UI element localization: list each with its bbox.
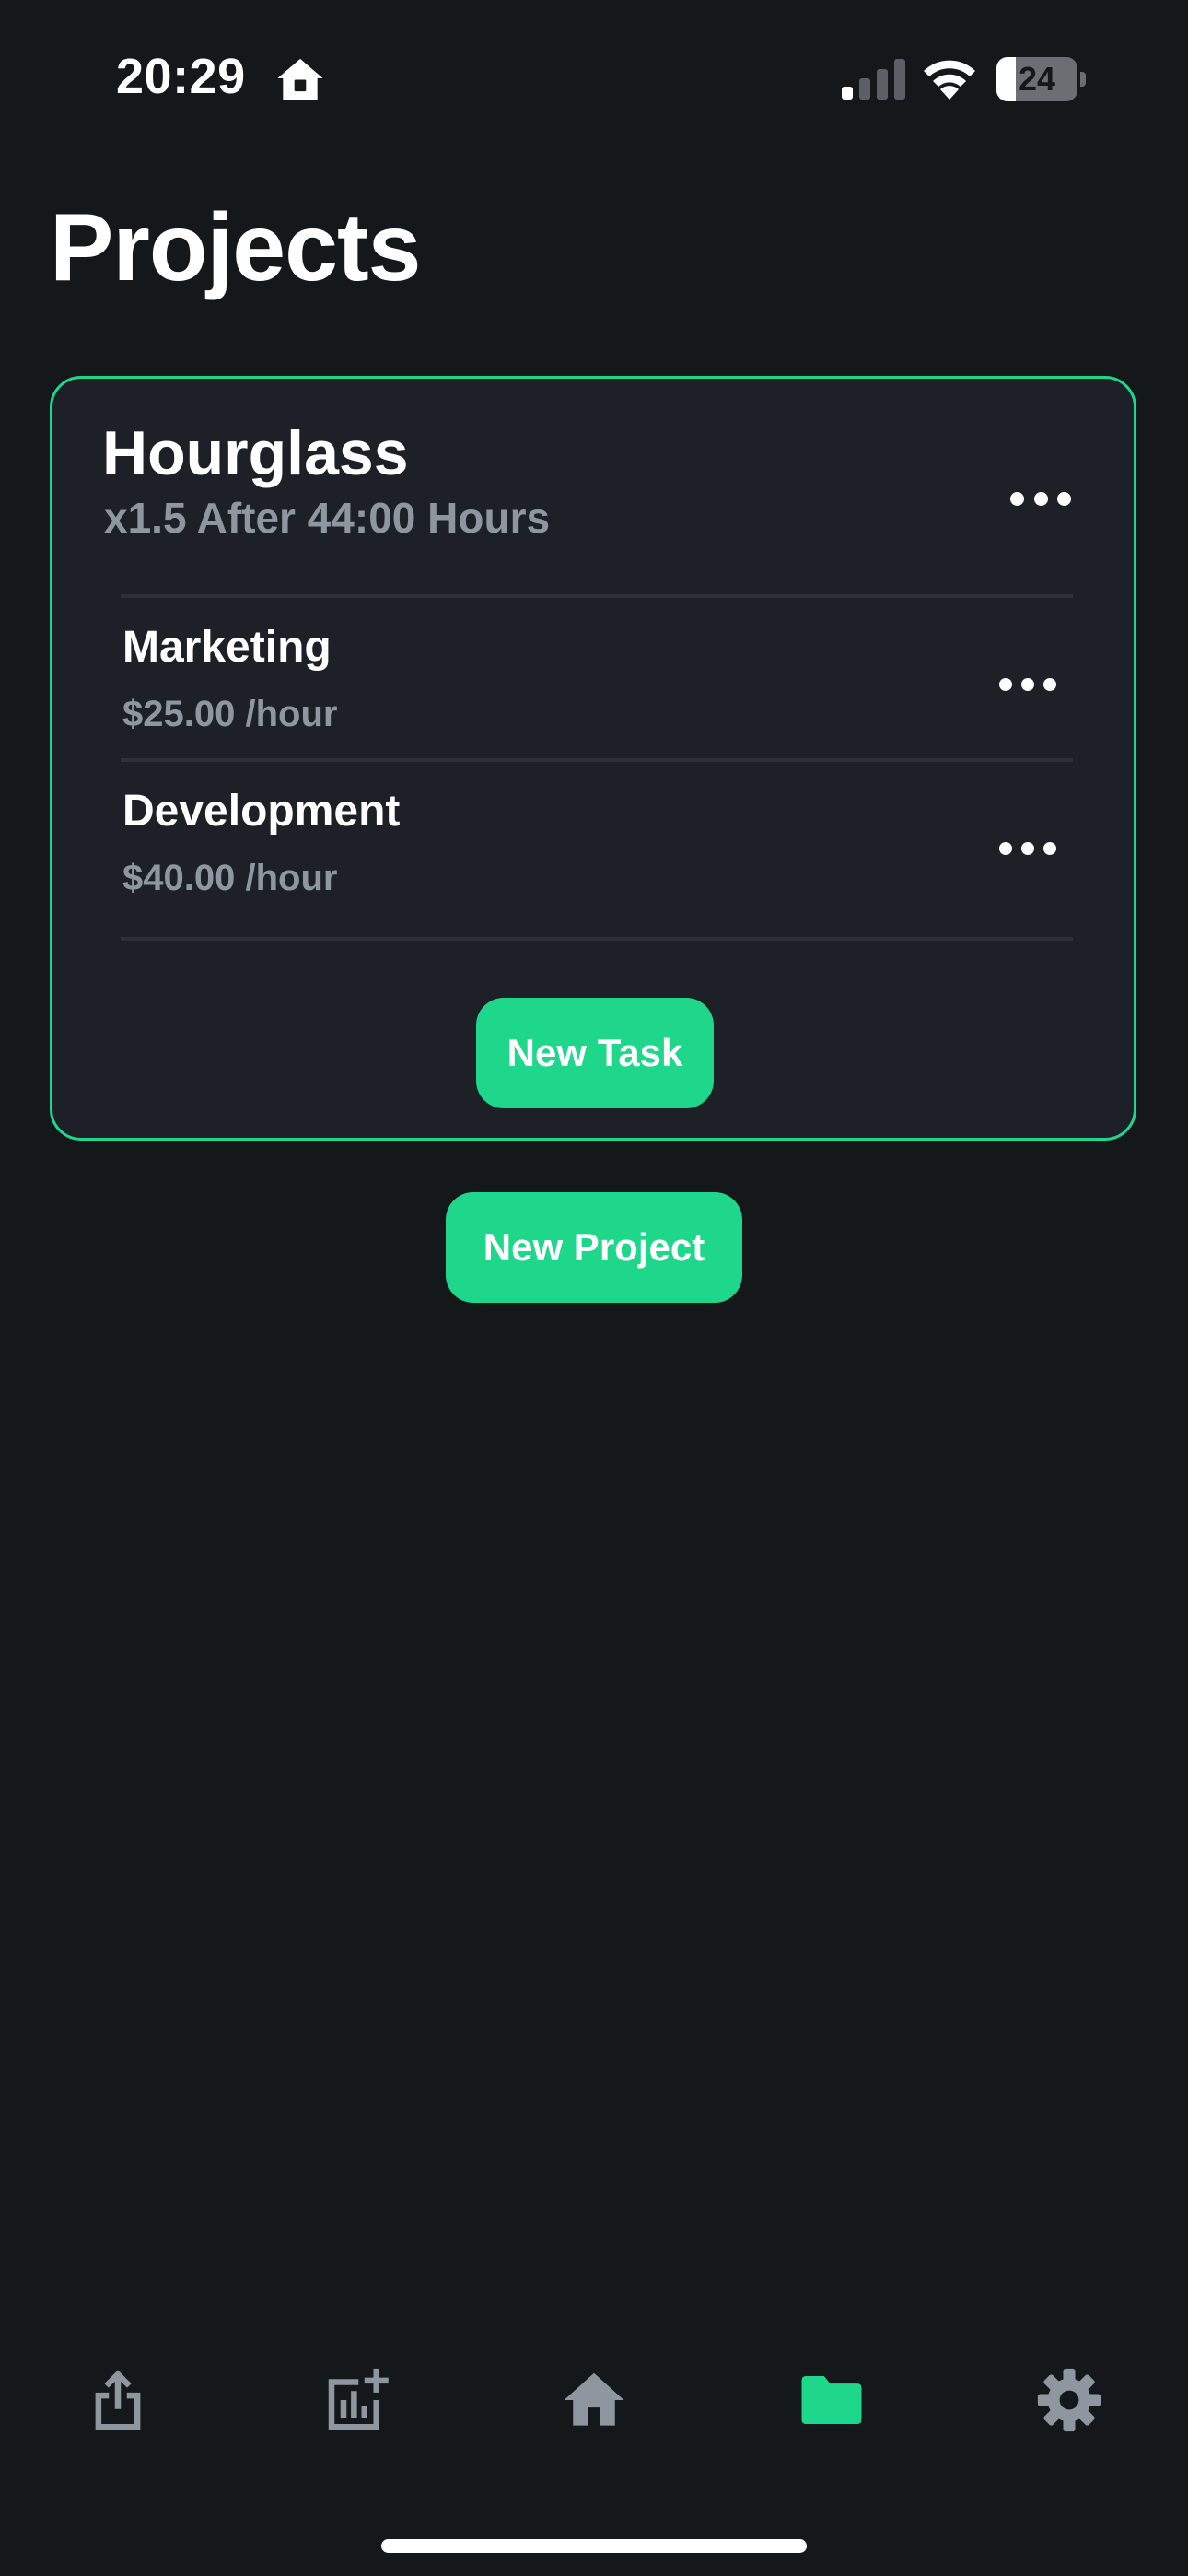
battery-icon: 24 (996, 57, 1086, 101)
task-row-development[interactable]: Development $40.00 /hour (121, 764, 1073, 935)
share-icon (95, 2370, 141, 2430)
project-overtime-rule: x1.5 After 44:00 Hours (104, 494, 551, 542)
more-dot (1021, 842, 1034, 855)
tab-add-entry[interactable] (300, 2340, 411, 2460)
task-more-button[interactable] (999, 666, 1056, 703)
gear-icon (1037, 2368, 1101, 2432)
home-icon (564, 2372, 624, 2426)
divider (121, 594, 1073, 598)
tab-bar (0, 2340, 1188, 2460)
home-indicator[interactable] (381, 2539, 807, 2553)
tab-settings[interactable] (1014, 2340, 1124, 2460)
new-task-button[interactable]: New Task (476, 998, 714, 1108)
battery-level: 24 (1018, 60, 1056, 98)
more-dot (999, 678, 1012, 691)
more-dot (999, 842, 1012, 855)
cellular-signal-icon (842, 59, 905, 100)
app-screen: 20:29 24 Projects Hourglass x1.5 After 4… (0, 0, 1188, 2576)
task-name: Marketing (122, 623, 332, 672)
task-rate: $40.00 /hour (122, 858, 338, 898)
project-name: Hourglass (102, 418, 409, 488)
more-dot (1043, 842, 1056, 855)
status-time: 20:29 (116, 49, 246, 104)
battery-cap (1080, 72, 1086, 87)
more-dot (1010, 491, 1024, 506)
more-dot (1033, 491, 1048, 506)
tab-export[interactable] (63, 2340, 173, 2460)
tab-home[interactable] (539, 2340, 649, 2460)
task-name: Development (122, 787, 401, 836)
divider (121, 758, 1073, 762)
more-dot (1057, 491, 1071, 506)
project-card: Hourglass x1.5 After 44:00 Hours Marketi… (50, 376, 1136, 1141)
task-rate: $25.00 /hour (122, 694, 338, 734)
task-more-button[interactable] (999, 830, 1056, 867)
add-chart-icon (328, 2368, 389, 2430)
battery-body: 24 (996, 57, 1077, 101)
new-project-button[interactable]: New Project (446, 1192, 742, 1303)
divider (121, 937, 1073, 941)
more-dot (1043, 678, 1056, 691)
status-bar: 20:29 24 (0, 0, 1188, 157)
tab-projects[interactable] (776, 2340, 887, 2460)
task-row-marketing[interactable]: Marketing $25.00 /hour (121, 600, 1073, 771)
page-title: Projects (50, 194, 421, 301)
home-icon (277, 58, 323, 100)
more-dot (1021, 678, 1034, 691)
project-more-button[interactable] (1010, 480, 1071, 517)
folder-icon (801, 2376, 862, 2424)
wifi-icon (924, 60, 975, 100)
